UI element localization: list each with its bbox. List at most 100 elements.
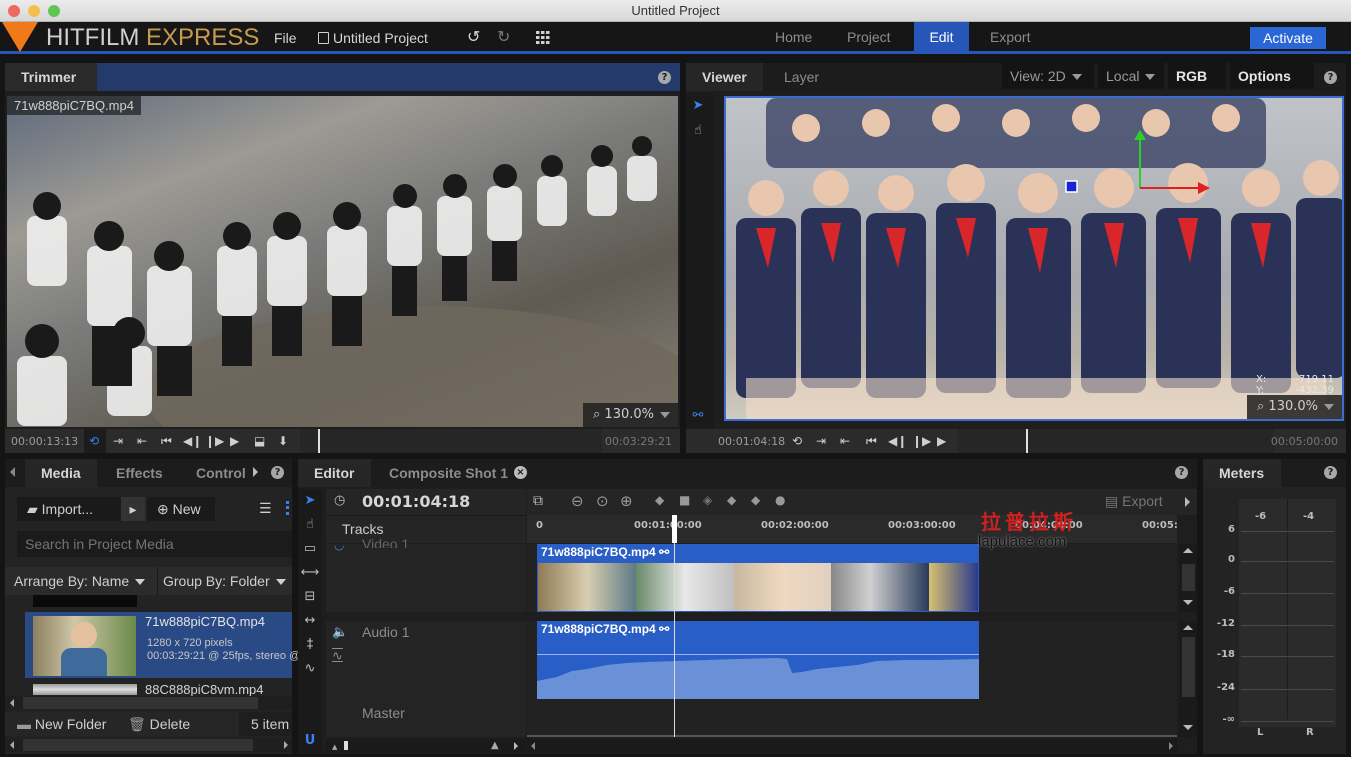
tab-media[interactable]: Media (25, 459, 97, 487)
grid-view-icon[interactable] (286, 501, 289, 515)
options-dropdown[interactable]: Options (1230, 63, 1314, 107)
loop-icon[interactable]: ⟲ (89, 434, 99, 448)
ease-in-keyframe-icon[interactable]: ◆ (727, 493, 736, 507)
media-item-name[interactable]: 88C888piC8vm.mp4 (145, 682, 264, 696)
step-forward-icon[interactable]: ❙▶ (205, 434, 224, 448)
export-menu-icon[interactable] (1185, 497, 1190, 507)
scroll-left-icon[interactable] (10, 699, 14, 707)
scrollbar-thumb[interactable] (1182, 637, 1195, 697)
video-clip[interactable]: 71w888piC7BQ.mp4 ⚯ (537, 544, 979, 612)
next-keyframe-icon[interactable]: ⊕ (620, 492, 633, 510)
nav-tab-export[interactable]: Export (976, 22, 1044, 51)
tab-effects[interactable]: Effects (100, 459, 179, 487)
scroll-tabs-left-icon[interactable] (10, 467, 15, 477)
hand-tool-icon[interactable]: ☝ (300, 515, 320, 535)
step-back-icon[interactable]: ◀❙ (183, 434, 202, 448)
speaker-icon[interactable]: 🔈 (332, 625, 348, 640)
hand-tool-icon[interactable]: ☝ (688, 121, 708, 141)
help-icon[interactable]: ? (271, 466, 284, 479)
play-icon[interactable]: ▶ (230, 434, 239, 448)
help-icon[interactable]: ? (658, 71, 671, 84)
select-tool-icon[interactable]: ➤ (688, 96, 708, 116)
go-to-start-icon[interactable]: ⏮ (161, 434, 172, 448)
tab-viewer[interactable]: Viewer (686, 63, 763, 91)
trimmer-video-frame[interactable]: 71w888piC7BQ.mp4 ⌕ 130.0% (7, 96, 678, 427)
tab-editor[interactable]: Editor (298, 459, 371, 487)
eye-icon[interactable]: ◡ (334, 538, 344, 552)
rate-stretch-tool-icon[interactable]: ‡ (300, 635, 320, 655)
overlay-icon[interactable]: ⬇ (278, 434, 288, 448)
help-icon[interactable]: ? (1175, 466, 1188, 479)
smooth-keyframe-icon[interactable]: ◈ (703, 493, 712, 507)
channel-dropdown[interactable]: RGB (1168, 63, 1226, 107)
zoom-out-icon[interactable]: ▲ (332, 743, 337, 751)
new-button[interactable]: ⊕ New (147, 497, 215, 521)
viewer-zoom-dropdown[interactable]: ⌕ 130.0% (1247, 395, 1342, 419)
space-dropdown[interactable]: Local (1098, 63, 1164, 89)
linear-keyframe-icon[interactable]: ◆ (655, 493, 664, 507)
activate-button[interactable]: Activate (1250, 27, 1326, 49)
undo-icon[interactable]: ↺ (467, 27, 480, 47)
roll-edit-tool-icon[interactable]: ↔ (300, 611, 320, 631)
audio-vertical-scrollbar[interactable] (1179, 621, 1197, 737)
scroll-left-icon[interactable] (10, 741, 14, 749)
snapping-magnet-icon[interactable]: U (300, 731, 320, 751)
import-menu-button[interactable]: ▸ (121, 497, 145, 521)
scroll-tabs-right-icon[interactable] (253, 467, 258, 477)
scroll-down-icon[interactable] (1183, 600, 1193, 605)
step-back-icon[interactable]: ◀❙ (888, 434, 907, 448)
project-name-button[interactable]: Untitled Project (318, 30, 428, 46)
manual-keyframe-icon[interactable]: ● (775, 493, 785, 507)
import-button[interactable]: ▰ Import... (17, 497, 121, 521)
slider-handle[interactable] (344, 741, 348, 750)
grid-icon[interactable] (536, 31, 550, 47)
playhead-handle[interactable] (672, 515, 677, 543)
new-folder-button[interactable]: ▬ New Folder (17, 716, 106, 732)
waveform-toggle-icon[interactable]: ∿ (332, 649, 343, 664)
close-tab-icon[interactable]: × (514, 466, 527, 479)
help-icon[interactable]: ? (1324, 71, 1337, 84)
go-to-start-icon[interactable]: ⏮ (866, 434, 877, 448)
hold-keyframe-icon[interactable]: ■ (679, 493, 690, 507)
mark-in-icon[interactable]: ⇤ (840, 434, 850, 448)
timeline-ruler[interactable]: 0 00:01:00:00 00:02:00:00 00:03:00:00 00… (527, 515, 1177, 543)
tab-composite-shot[interactable]: Composite Shot 1 (373, 459, 524, 487)
toggle-keyframe-icon[interactable]: ⊙ (596, 492, 609, 510)
scrollbar-thumb[interactable] (23, 697, 258, 709)
previous-keyframe-icon[interactable]: ⊖ (571, 492, 584, 510)
mark-in-icon[interactable]: ⇤ (137, 434, 147, 448)
trimmer-playhead[interactable] (318, 429, 320, 453)
delete-button[interactable]: 🗑 Delete (128, 716, 190, 733)
editor-current-time[interactable]: 00:01:04:18 (362, 492, 470, 511)
scroll-left-icon[interactable] (531, 742, 535, 750)
insert-icon[interactable]: ⬓ (254, 434, 265, 448)
tab-trimmer[interactable]: Trimmer (5, 63, 97, 91)
ease-out-keyframe-icon[interactable]: ◆ (751, 493, 760, 507)
search-media-input[interactable] (17, 531, 292, 557)
scroll-up-icon[interactable] (1183, 625, 1193, 630)
file-menu[interactable]: File (274, 30, 297, 46)
group-by-dropdown[interactable]: Group By: Folder (163, 573, 286, 589)
scroll-right-icon[interactable] (1169, 742, 1173, 750)
scroll-down-icon[interactable] (1183, 725, 1193, 730)
ripple-tool-icon[interactable]: ∿ (300, 659, 320, 679)
play-icon[interactable]: ▶ (937, 434, 946, 448)
scroll-up-icon[interactable] (1183, 548, 1193, 553)
mark-out-icon[interactable]: ⇥ (816, 434, 826, 448)
trimmer-zoom-dropdown[interactable]: ⌕ 130.0% (583, 403, 678, 427)
nav-tab-project[interactable]: Project (833, 22, 905, 51)
export-button[interactable]: ▤ Export (1105, 493, 1163, 510)
select-tool-icon[interactable]: ➤ (300, 491, 320, 511)
scrollbar-thumb[interactable] (23, 739, 253, 751)
slip-tool-icon[interactable]: ⟷ (300, 563, 320, 583)
arrange-by-dropdown[interactable]: Arrange By: Name (14, 573, 146, 589)
nav-tab-edit[interactable]: Edit (914, 22, 969, 51)
video-vertical-scrollbar[interactable] (1179, 544, 1197, 612)
step-forward-icon[interactable]: ❙▶ (912, 434, 931, 448)
horizontal-scrollbar[interactable] (5, 696, 292, 710)
tab-layer[interactable]: Layer (768, 63, 835, 91)
viewer-playhead[interactable] (1026, 429, 1028, 453)
track-height-slider[interactable]: ▲ ▲ (326, 739, 526, 753)
media-item-selected[interactable]: 71w888piC7BQ.mp4 1280 x 720 pixels 00:03… (25, 612, 300, 678)
nav-tab-home[interactable]: Home (761, 22, 826, 51)
